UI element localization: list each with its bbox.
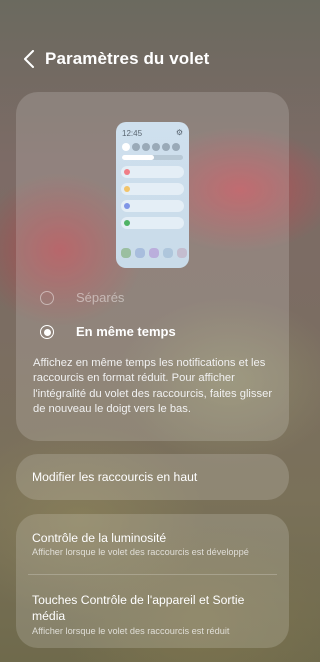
item-subtitle: Afficher lorsque le volet des raccourcis… xyxy=(32,626,230,636)
option-separes[interactable]: Séparés xyxy=(16,284,289,314)
preview-notification xyxy=(121,183,184,195)
preview-notification xyxy=(121,166,184,178)
edit-shortcuts-button[interactable]: Modifier les raccourcis en haut xyxy=(16,454,289,500)
option-label: Séparés xyxy=(76,290,125,305)
chevron-left-icon xyxy=(24,50,34,68)
settings-card: Contrôle de la luminosité Afficher lorsq… xyxy=(16,514,289,648)
header: Paramètres du volet xyxy=(0,40,305,80)
preview-brightness-bar xyxy=(122,155,183,160)
brightness-control-item[interactable]: Contrôle de la luminosité Afficher lorsq… xyxy=(16,514,289,574)
option-description: Affichez en même temps les notifications… xyxy=(33,357,273,415)
preview-quick-toggles xyxy=(122,143,180,151)
edit-shortcuts-label: Modifier les raccourcis en haut xyxy=(32,470,198,484)
panel-preview-image: 12:45 ⚙ xyxy=(116,122,189,268)
item-subtitle: Afficher lorsque le volet des raccourcis… xyxy=(32,547,249,557)
back-button[interactable] xyxy=(20,48,38,70)
device-media-controls-item[interactable]: Touches Contrôle de l'appareil et Sortie… xyxy=(16,575,289,648)
option-en-meme-temps[interactable]: En même temps xyxy=(16,318,289,348)
preview-notification xyxy=(121,200,184,212)
item-title: Touches Contrôle de l'appareil et Sortie… xyxy=(32,593,245,623)
radio-button[interactable] xyxy=(40,291,54,305)
preview-time: 12:45 xyxy=(122,129,143,138)
page-title: Paramètres du volet xyxy=(45,49,210,68)
gear-icon: ⚙ xyxy=(175,128,183,137)
preview-notification xyxy=(121,217,184,229)
option-label: En même temps xyxy=(76,324,176,339)
radio-button[interactable] xyxy=(40,325,54,339)
item-title: Contrôle de la luminosité xyxy=(32,531,167,545)
layout-card: 12:45 ⚙ Séparés En même temps Affichez e… xyxy=(16,92,289,441)
preview-app-icons xyxy=(121,248,187,258)
